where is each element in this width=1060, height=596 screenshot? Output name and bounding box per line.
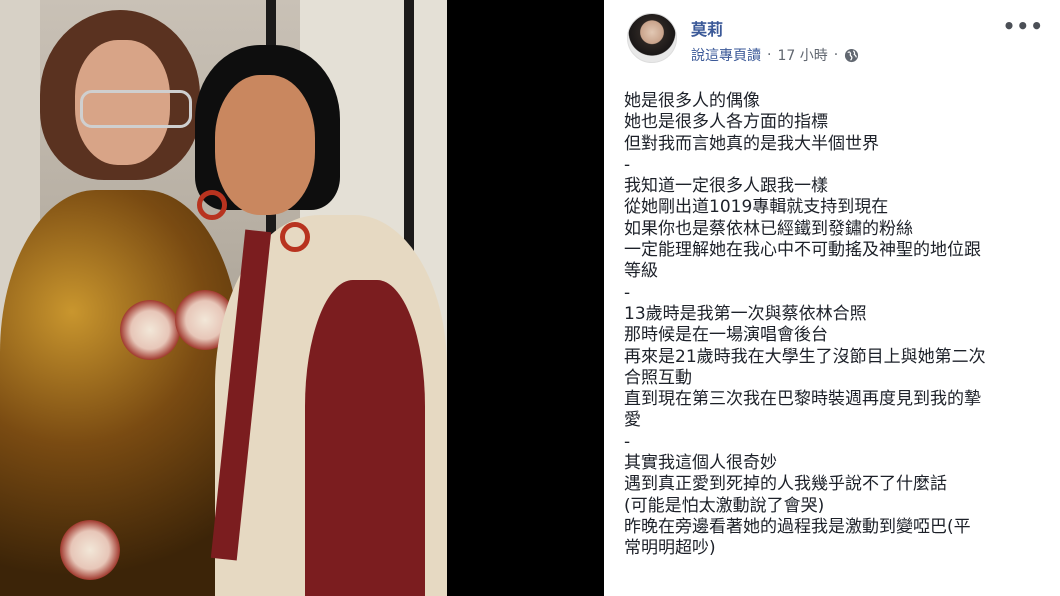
post-body-line: 她也是很多人各方面的指標 [624,112,828,133]
post-body-line: 一定能理解她在我心中不可動搖及神聖的地位跟 [624,240,981,261]
globe-icon[interactable] [844,48,859,63]
earring [280,222,310,252]
post-body-line: 如果你也是蔡依林已經鐵到發鏽的粉絲 [624,218,913,239]
meta-separator: · [767,47,772,63]
post-body-line: 但對我而言她真的是我大半個世界 [624,133,879,154]
coat-red-panel [305,280,425,596]
post-photo[interactable] [0,0,447,596]
post-panel: 莫莉 說這專頁讀 · 17 小時 · ••• 她是很多人的偶像 她也是很多人各方面… [604,0,1060,596]
post-body: 她是很多人的偶像 她也是很多人各方面的指標 但對我而言她真的是我大半個世界 - 我知道一… [624,91,1044,560]
post-meta: 說這專頁讀 · 17 小時 · [691,45,859,65]
post-body-line: 其實我這個人很奇妙 [624,453,777,474]
post-body-line: (可能是怕太激動說了會哭) [624,495,825,516]
post-body-line: 她是很多人的偶像 [624,91,760,111]
post-body-line: 我知道一定很多人跟我一樣 [624,176,828,197]
flower-pattern [60,520,120,580]
more-options-icon[interactable]: ••• [1003,14,1044,38]
post-body-line: 直到現在第三次我在巴黎時裝週再度見到我的摯 [624,389,981,410]
post-body-line: 再來是21歲時我在大學生了沒節目上與她第二次 [624,346,986,367]
glasses [80,90,192,128]
person-right-face [215,75,315,215]
avatar[interactable] [627,13,677,63]
post-body-line: 常明明超吵) [624,538,716,559]
post-body-line: 那時候是在一場演唱會後台 [624,325,828,346]
post-body-line: 等級 [624,261,658,282]
post-body-line: - [624,431,631,452]
author-name[interactable]: 莫莉 [691,16,723,40]
post-body-line: 13歲時是我第一次與蔡依林合照 [624,303,867,324]
post-timestamp[interactable]: 17 小時 [777,45,827,65]
sequin-outfit [0,190,240,596]
post-body-line: - [624,282,631,303]
post-body-line: 愛 [624,410,641,431]
post-body-line: 昨晚在旁邊看著她的過程我是激動到變啞巴(平 [624,516,971,537]
earring [197,190,227,220]
meta-separator: · [833,47,839,63]
post-body-line: 合照互動 [624,367,692,388]
post-body-line: 從她剛出道1019專輯就支持到現在 [624,197,889,218]
flower-pattern [120,300,180,360]
post-body-line: 遇到真正愛到死掉的人我幾乎說不了什麼話 [624,474,947,495]
post-body-line: - [624,154,631,175]
meta-source-link[interactable]: 說這專頁讀 [691,45,761,65]
